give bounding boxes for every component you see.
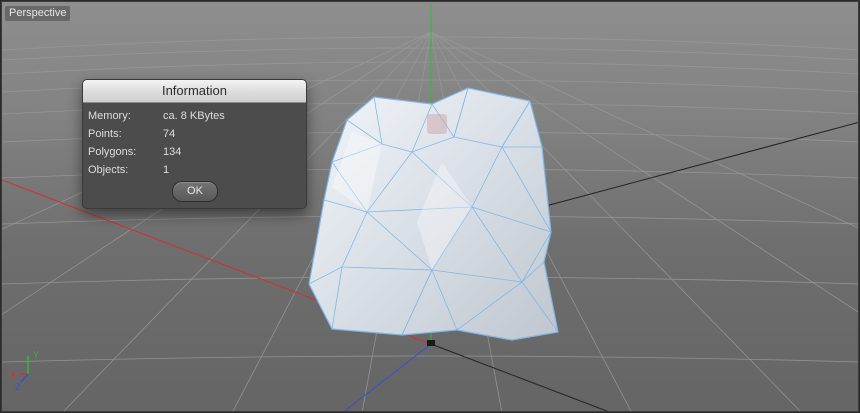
info-value: 74 <box>163 128 176 140</box>
information-dialog: Information Memory: ca. 8 KBytes Points: 7… <box>82 79 307 209</box>
info-row-points: Points: 74 <box>88 125 225 143</box>
z-axis-label: Z <box>15 382 21 392</box>
info-row-objects: Objects: 1 <box>88 161 225 179</box>
info-value: ca. 8 KBytes <box>163 110 225 122</box>
ok-button[interactable]: OK <box>172 181 218 202</box>
axis-gizmo: Y X Z <box>10 350 39 392</box>
info-value: 1 <box>163 164 170 176</box>
viewport-title[interactable]: Perspective <box>5 6 71 21</box>
info-value: 134 <box>163 146 182 158</box>
dialog-title: Information <box>83 80 306 103</box>
viewport-perspective[interactable]: Perspective Information Memory: ca. 8 KBy… <box>1 1 859 412</box>
info-row-polygons: Polygons: 134 <box>88 143 225 161</box>
info-label: Polygons: <box>88 146 137 158</box>
x-axis-label: X <box>10 370 16 380</box>
plastic-bag-mesh[interactable] <box>308 87 559 341</box>
info-label: Points: <box>88 128 122 140</box>
info-label: Memory: <box>88 110 131 122</box>
y-axis-label: Y <box>33 350 39 360</box>
info-row-memory: Memory: ca. 8 KBytes <box>88 107 225 125</box>
info-label: Objects: <box>88 164 129 176</box>
info-table: Memory: ca. 8 KBytes Points: 74 Polygons: 1… <box>88 107 225 179</box>
z-axis-line <box>20 373 29 383</box>
